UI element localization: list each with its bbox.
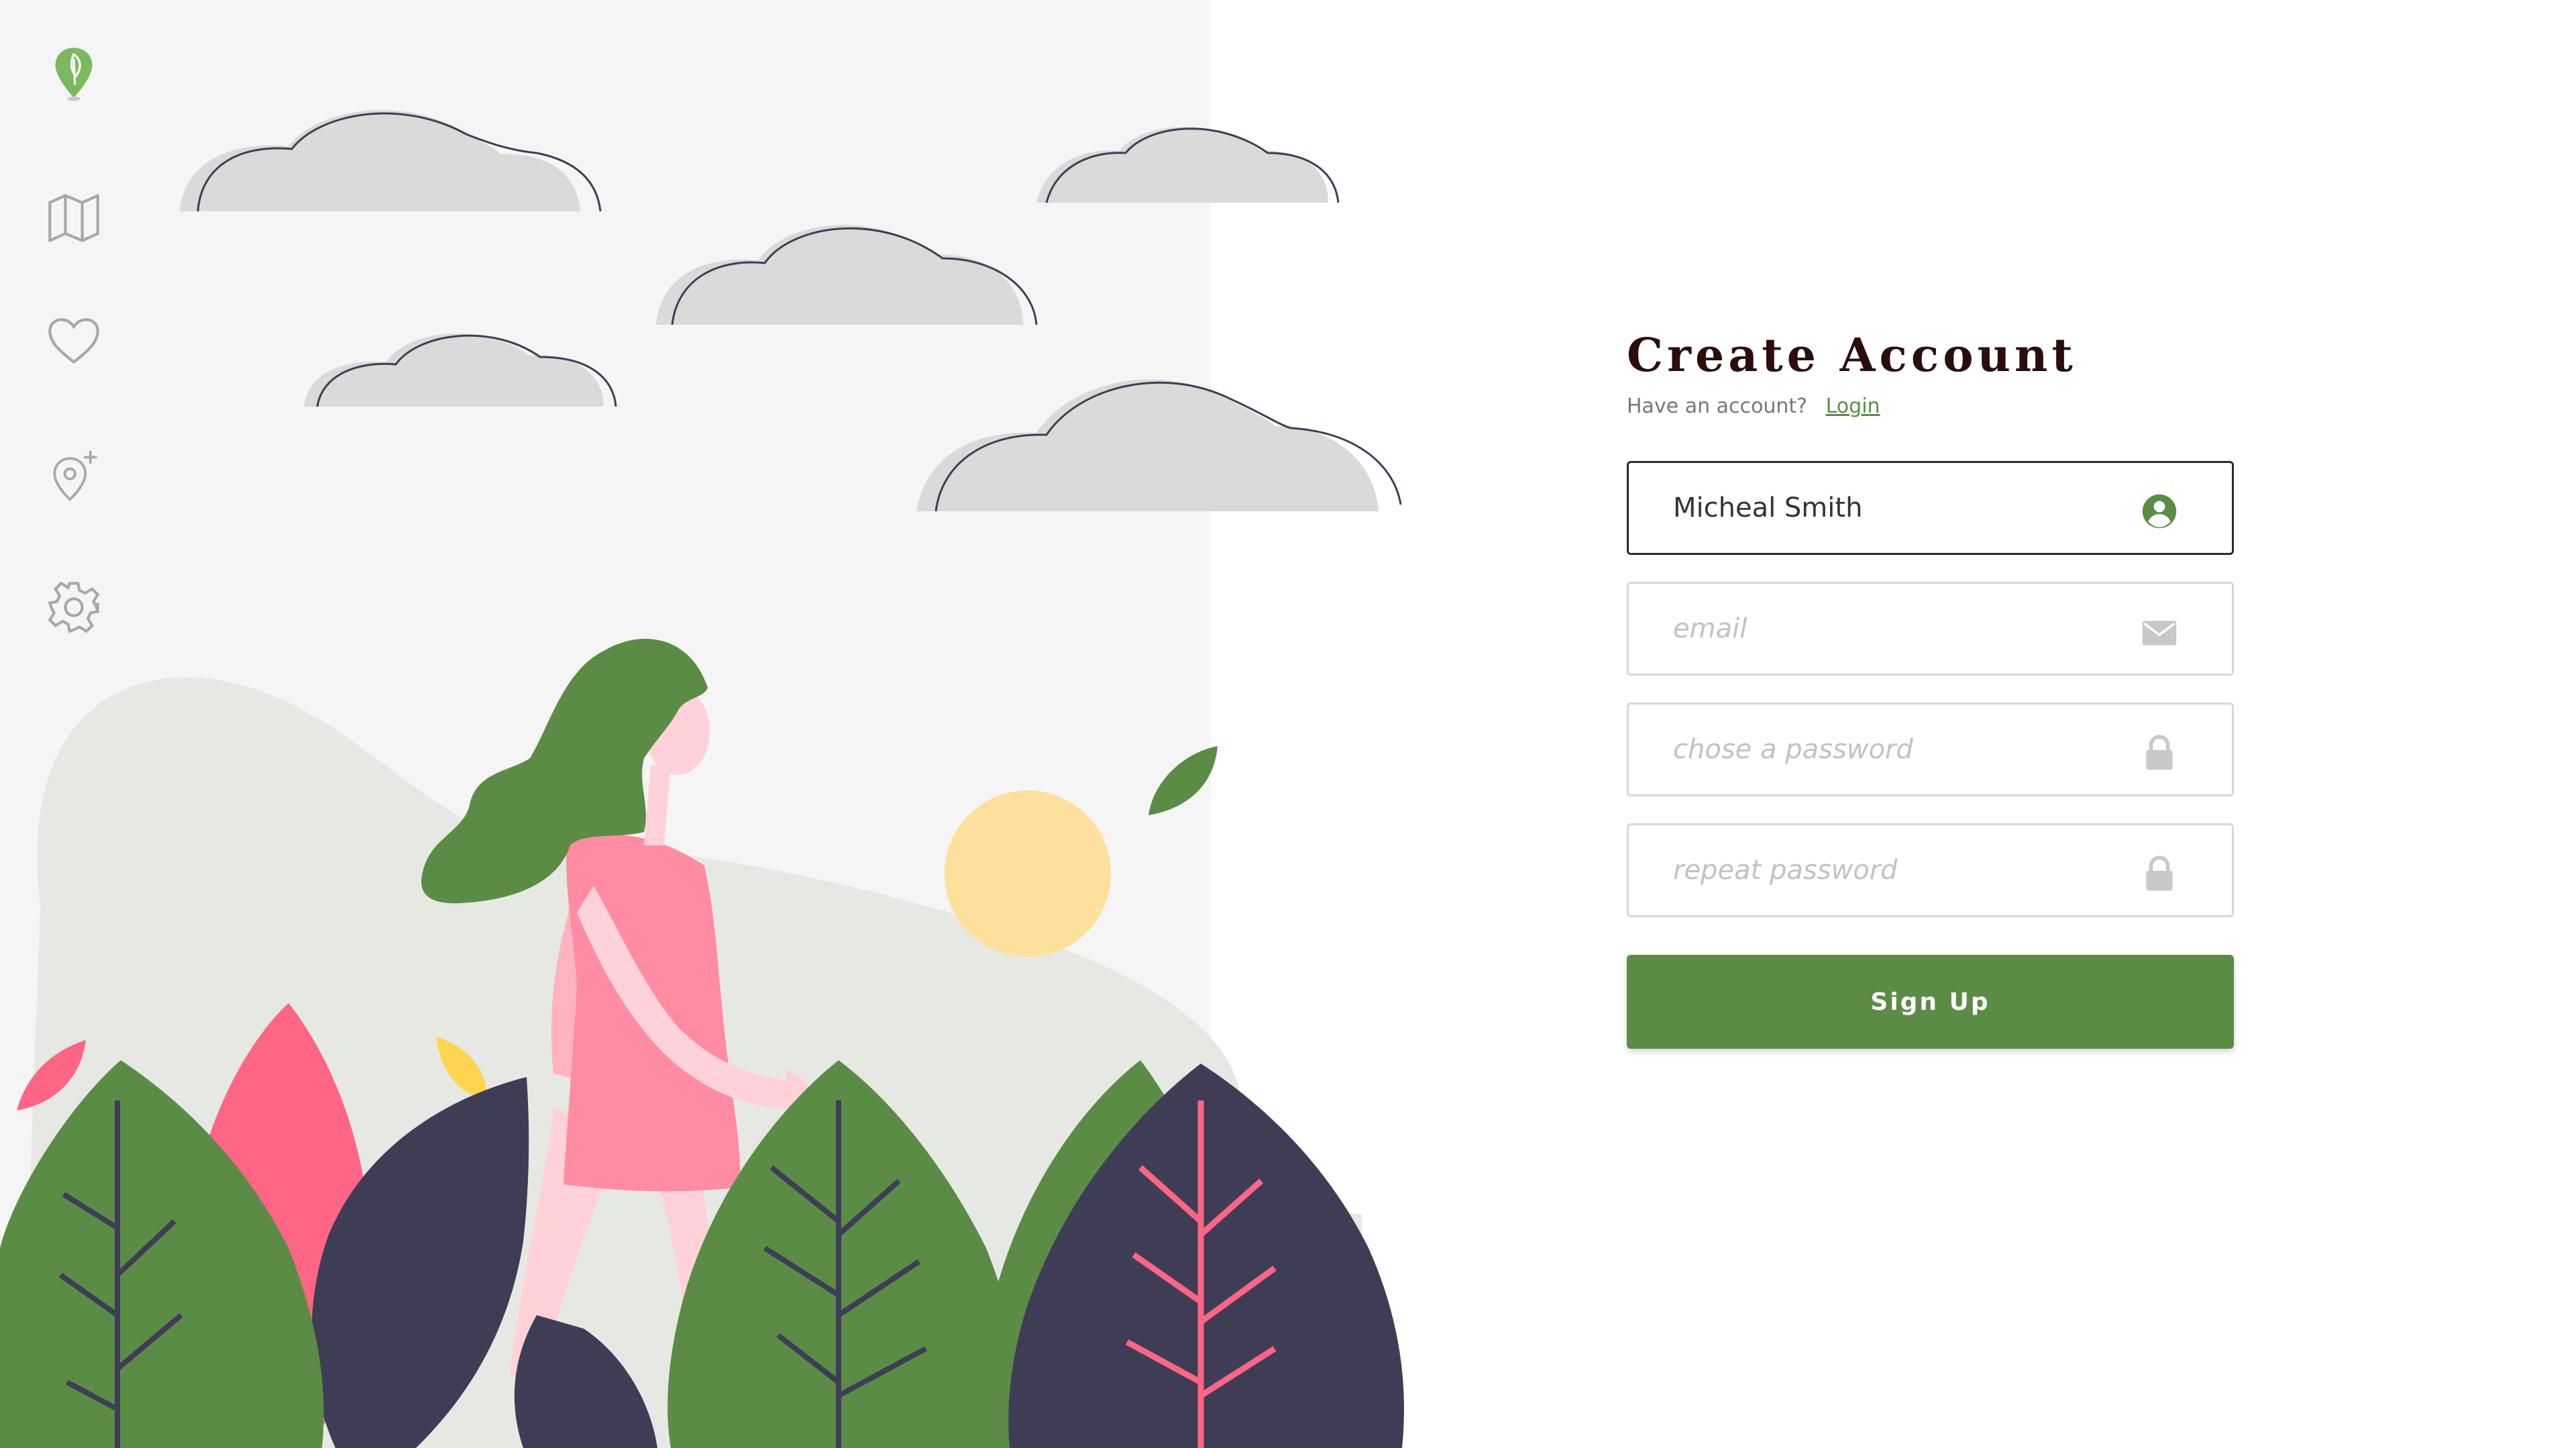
- sign-up-button[interactable]: Sign Up: [1627, 955, 2234, 1049]
- cloud-3: [656, 225, 1038, 325]
- repeat-password-input[interactable]: [1673, 825, 2143, 915]
- add-location-icon[interactable]: [37, 439, 111, 513]
- sidebar: [0, 0, 148, 671]
- name-field[interactable]: [1627, 461, 2234, 555]
- repeat-password-field[interactable]: [1627, 823, 2234, 917]
- heart-icon[interactable]: [37, 305, 111, 379]
- email-field[interactable]: [1627, 582, 2234, 676]
- nature-illustration: [0, 110, 1404, 1448]
- envelope-icon: [2142, 621, 2177, 645]
- subtitle-text: Have an account?: [1627, 395, 1808, 418]
- sun: [945, 790, 1111, 957]
- password-field[interactable]: [1627, 703, 2234, 796]
- floating-leaf-green: [1148, 746, 1218, 815]
- signup-form: Create Account Have an account? Login Mi…: [1627, 322, 2234, 1049]
- cloud-2: [1036, 127, 1340, 203]
- lock-icon: [2146, 856, 2173, 891]
- page-title: Create Account: [1627, 329, 2077, 382]
- email-input[interactable]: [1673, 584, 2143, 674]
- user-circle-icon: [2142, 494, 2177, 529]
- cloud-5: [916, 379, 1402, 512]
- map-icon[interactable]: [37, 181, 111, 255]
- lock-icon: [2146, 735, 2173, 770]
- login-link[interactable]: Login: [1826, 395, 1880, 418]
- logo-leaf-pin-icon[interactable]: [37, 37, 111, 111]
- password-input[interactable]: [1673, 705, 2143, 794]
- gear-icon[interactable]: [37, 570, 111, 644]
- subtitle: Have an account? Login: [1627, 395, 2234, 418]
- name-input[interactable]: [1673, 463, 2143, 553]
- cloud-4: [304, 333, 617, 407]
- cloud-1: [180, 110, 602, 212]
